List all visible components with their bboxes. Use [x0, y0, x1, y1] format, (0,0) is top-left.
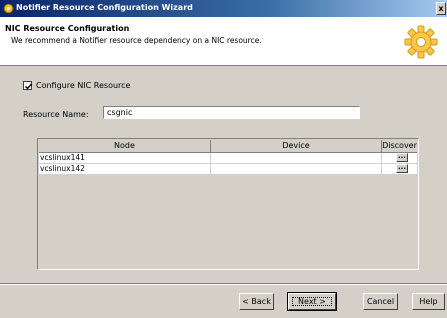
- wizard-header: NIC Resource Configuration We recommend …: [0, 17, 447, 66]
- table-row[interactable]: vcslinux142 ...: [39, 164, 417, 175]
- focus-rectangle: [292, 297, 332, 306]
- node-cell[interactable]: vcslinux141: [39, 153, 211, 163]
- gear-icon: [404, 25, 438, 59]
- table-row[interactable]: vcslinux141 ...: [39, 153, 417, 164]
- node-cell[interactable]: vcslinux142: [39, 164, 211, 174]
- nic-device-table: Node Device Discover vcslinux141 ... vcs…: [37, 138, 419, 270]
- title-bar[interactable]: Notifier Resource Configuration Wizard x: [0, 0, 447, 17]
- column-header-node[interactable]: Node: [39, 140, 211, 153]
- resource-name-input[interactable]: [103, 106, 360, 119]
- cancel-button[interactable]: Cancel: [363, 293, 398, 310]
- footer-divider: [0, 283, 447, 285]
- discover-button[interactable]: ...: [396, 153, 408, 162]
- page-subtitle: We recommend a Notifier resource depende…: [11, 36, 262, 45]
- back-button[interactable]: < Back: [239, 293, 274, 310]
- device-cell[interactable]: [211, 153, 382, 163]
- device-cell[interactable]: [211, 164, 382, 174]
- resource-name-label: Resource Name:: [23, 110, 89, 119]
- checkmark-icon: [25, 83, 33, 90]
- configure-nic-checkbox[interactable]: [23, 81, 33, 90]
- configure-nic-label: Configure NIC Resource: [36, 81, 131, 90]
- page-title: NIC Resource Configuration: [5, 24, 130, 33]
- window-title: Notifier Resource Configuration Wizard: [16, 3, 193, 12]
- discover-button[interactable]: ...: [396, 164, 408, 173]
- next-button[interactable]: Next >: [287, 292, 337, 311]
- help-button[interactable]: Help: [412, 293, 445, 310]
- close-button[interactable]: x: [436, 2, 446, 15]
- column-header-device[interactable]: Device: [211, 140, 382, 153]
- wizard-window: Notifier Resource Configuration Wizard x…: [0, 0, 447, 318]
- wizard-app-icon: [3, 3, 14, 14]
